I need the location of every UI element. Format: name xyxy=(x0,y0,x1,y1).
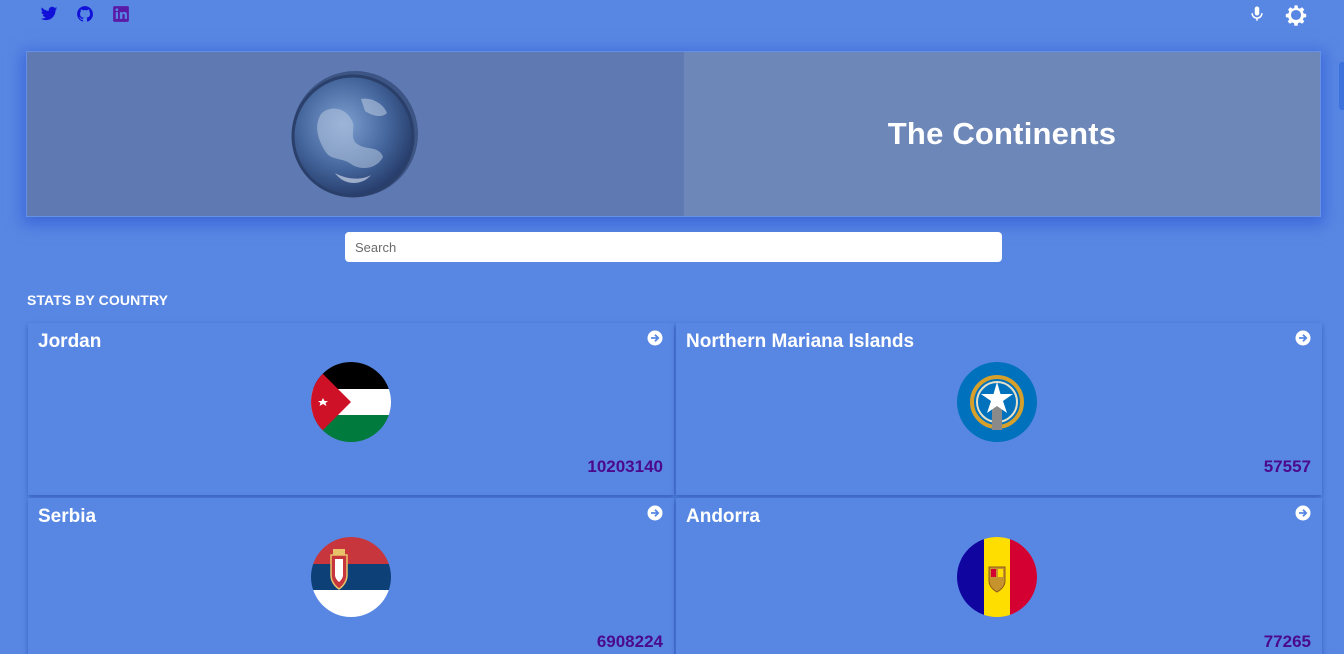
population-value: 10203140 xyxy=(587,457,663,476)
linkedin-icon[interactable] xyxy=(112,5,130,23)
gear-icon[interactable] xyxy=(1285,4,1307,26)
page-title: The Continents xyxy=(887,116,1117,151)
country-card[interactable]: Northern Mariana Islands 57557 xyxy=(676,323,1322,495)
github-icon[interactable] xyxy=(76,5,94,23)
jordan-flag xyxy=(311,362,391,442)
scrollbar[interactable] xyxy=(1339,62,1344,110)
andorra-flag xyxy=(957,537,1037,617)
section-title: STATS BY COUNTRY xyxy=(27,292,169,308)
arrow-right-circle-icon[interactable] xyxy=(647,505,663,521)
serbia-flag xyxy=(311,537,391,617)
earth-globe-image xyxy=(291,71,418,198)
country-name: Northern Mariana Islands xyxy=(686,331,915,352)
country-name: Jordan xyxy=(38,331,102,352)
country-card[interactable]: Serbia 6908224 xyxy=(28,498,674,654)
search-input[interactable] xyxy=(345,232,1002,262)
country-card[interactable]: Jordan 10203140 xyxy=(28,323,674,495)
population-value: 57557 xyxy=(1263,457,1311,476)
microphone-icon[interactable] xyxy=(1248,5,1266,23)
northern-mariana-islands-flag xyxy=(957,362,1037,442)
country-card[interactable]: Andorra 77265 xyxy=(676,498,1322,654)
country-name: Serbia xyxy=(38,506,97,527)
country-name: Andorra xyxy=(686,506,760,527)
population-value: 6908224 xyxy=(596,632,663,651)
hero-banner: The Continents xyxy=(26,51,1321,217)
population-value: 77265 xyxy=(1263,632,1311,651)
hero-title-panel: The Continents xyxy=(684,52,1320,216)
arrow-right-circle-icon[interactable] xyxy=(1295,330,1311,346)
hero-image-panel xyxy=(27,52,684,216)
top-bar xyxy=(0,0,1344,32)
arrow-right-circle-icon[interactable] xyxy=(1295,505,1311,521)
twitter-icon[interactable] xyxy=(40,5,58,23)
arrow-right-circle-icon[interactable] xyxy=(647,330,663,346)
